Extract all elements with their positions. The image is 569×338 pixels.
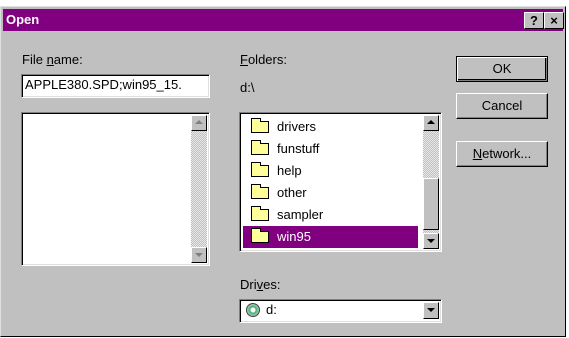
drives-label: Drives: xyxy=(240,277,281,292)
arrow-up-icon xyxy=(195,120,203,124)
help-button[interactable]: ? xyxy=(524,12,544,29)
folder-item-label: drivers xyxy=(277,119,317,134)
chevron-down-icon xyxy=(427,308,435,312)
arrow-up-icon xyxy=(427,120,435,124)
file-name-input[interactable]: APPLE380.SPD;win95_15. xyxy=(21,74,210,98)
folder-icon xyxy=(251,184,269,199)
window-title: Open xyxy=(6,12,40,27)
file-list-scrollbar[interactable] xyxy=(191,115,207,263)
file-list[interactable] xyxy=(21,112,210,266)
folders-label: Folders: xyxy=(240,52,287,67)
folder-icon xyxy=(251,228,269,243)
drive-value: d: xyxy=(266,302,277,317)
drives-combobox[interactable]: d: xyxy=(239,299,442,323)
current-path: d:\ xyxy=(240,80,255,95)
folder-item-label: help xyxy=(277,163,302,178)
file-scroll-up-button[interactable] xyxy=(191,115,207,131)
cancel-button[interactable]: Cancel xyxy=(456,93,548,119)
file-scroll-down-button[interactable] xyxy=(191,247,207,263)
folder-item[interactable]: sampler xyxy=(243,204,418,226)
drives-dropdown-button[interactable] xyxy=(423,302,439,319)
folder-scroll-down-button[interactable] xyxy=(423,233,439,249)
folder-icon xyxy=(251,118,269,133)
folder-icon xyxy=(251,140,269,155)
title-bar[interactable]: Open ? × xyxy=(3,9,564,31)
close-button[interactable]: × xyxy=(544,12,564,29)
folder-item-label: other xyxy=(277,185,307,200)
file-name-label: File name: xyxy=(22,52,83,67)
folder-icon xyxy=(251,162,269,177)
folder-item-label: sampler xyxy=(277,207,324,222)
folder-item[interactable]: win95 xyxy=(243,226,418,248)
folder-scroll-up-button[interactable] xyxy=(423,115,439,131)
folder-item[interactable]: funstuff xyxy=(243,138,418,160)
open-dialog: Open ? × File name: APPLE380.SPD;win95_1… xyxy=(0,6,566,337)
folder-item-label: win95 xyxy=(275,229,313,244)
cd-drive-icon xyxy=(246,303,260,317)
folder-item-label: funstuff xyxy=(277,141,320,156)
arrow-down-icon xyxy=(427,239,435,243)
ok-button[interactable]: OK xyxy=(456,56,548,82)
folder-item[interactable]: help xyxy=(243,160,418,182)
folder-list-scrollbar[interactable] xyxy=(423,115,439,249)
file-name-value: APPLE380.SPD;win95_15. xyxy=(25,77,182,92)
folder-item[interactable]: other xyxy=(243,182,418,204)
folder-item[interactable]: drivers xyxy=(243,116,418,138)
folder-scroll-thumb[interactable] xyxy=(423,178,439,230)
network-button[interactable]: Network... xyxy=(456,141,548,167)
folder-list[interactable]: drivers funstuff help other sampler win95 xyxy=(239,112,442,252)
arrow-down-icon xyxy=(195,253,203,257)
folder-icon xyxy=(251,206,269,221)
